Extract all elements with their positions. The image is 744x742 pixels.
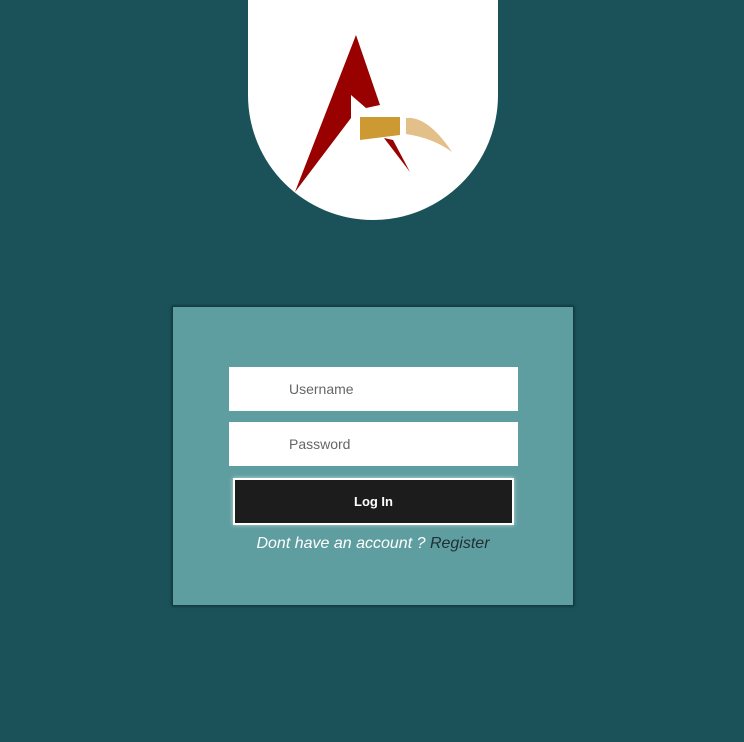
username-input[interactable] [229, 367, 518, 411]
login-card: Log In Dont have an account ? Register [172, 306, 574, 606]
no-account-prompt: Dont have an account ? [256, 535, 426, 552]
register-link[interactable]: Register [430, 535, 490, 552]
password-input[interactable] [229, 422, 518, 466]
stylized-letter-a-logo-icon [295, 35, 452, 192]
login-button[interactable]: Log In [233, 478, 514, 525]
logo-gold-arc [360, 117, 400, 140]
logo-light-swoosh [406, 117, 452, 152]
login-page: Log In Dont have an account ? Register [0, 0, 744, 742]
logo-red-leg [384, 138, 410, 172]
register-line: Dont have an account ? Register [173, 535, 573, 553]
logo-badge [248, 0, 498, 220]
logo-red-stroke [295, 35, 380, 192]
